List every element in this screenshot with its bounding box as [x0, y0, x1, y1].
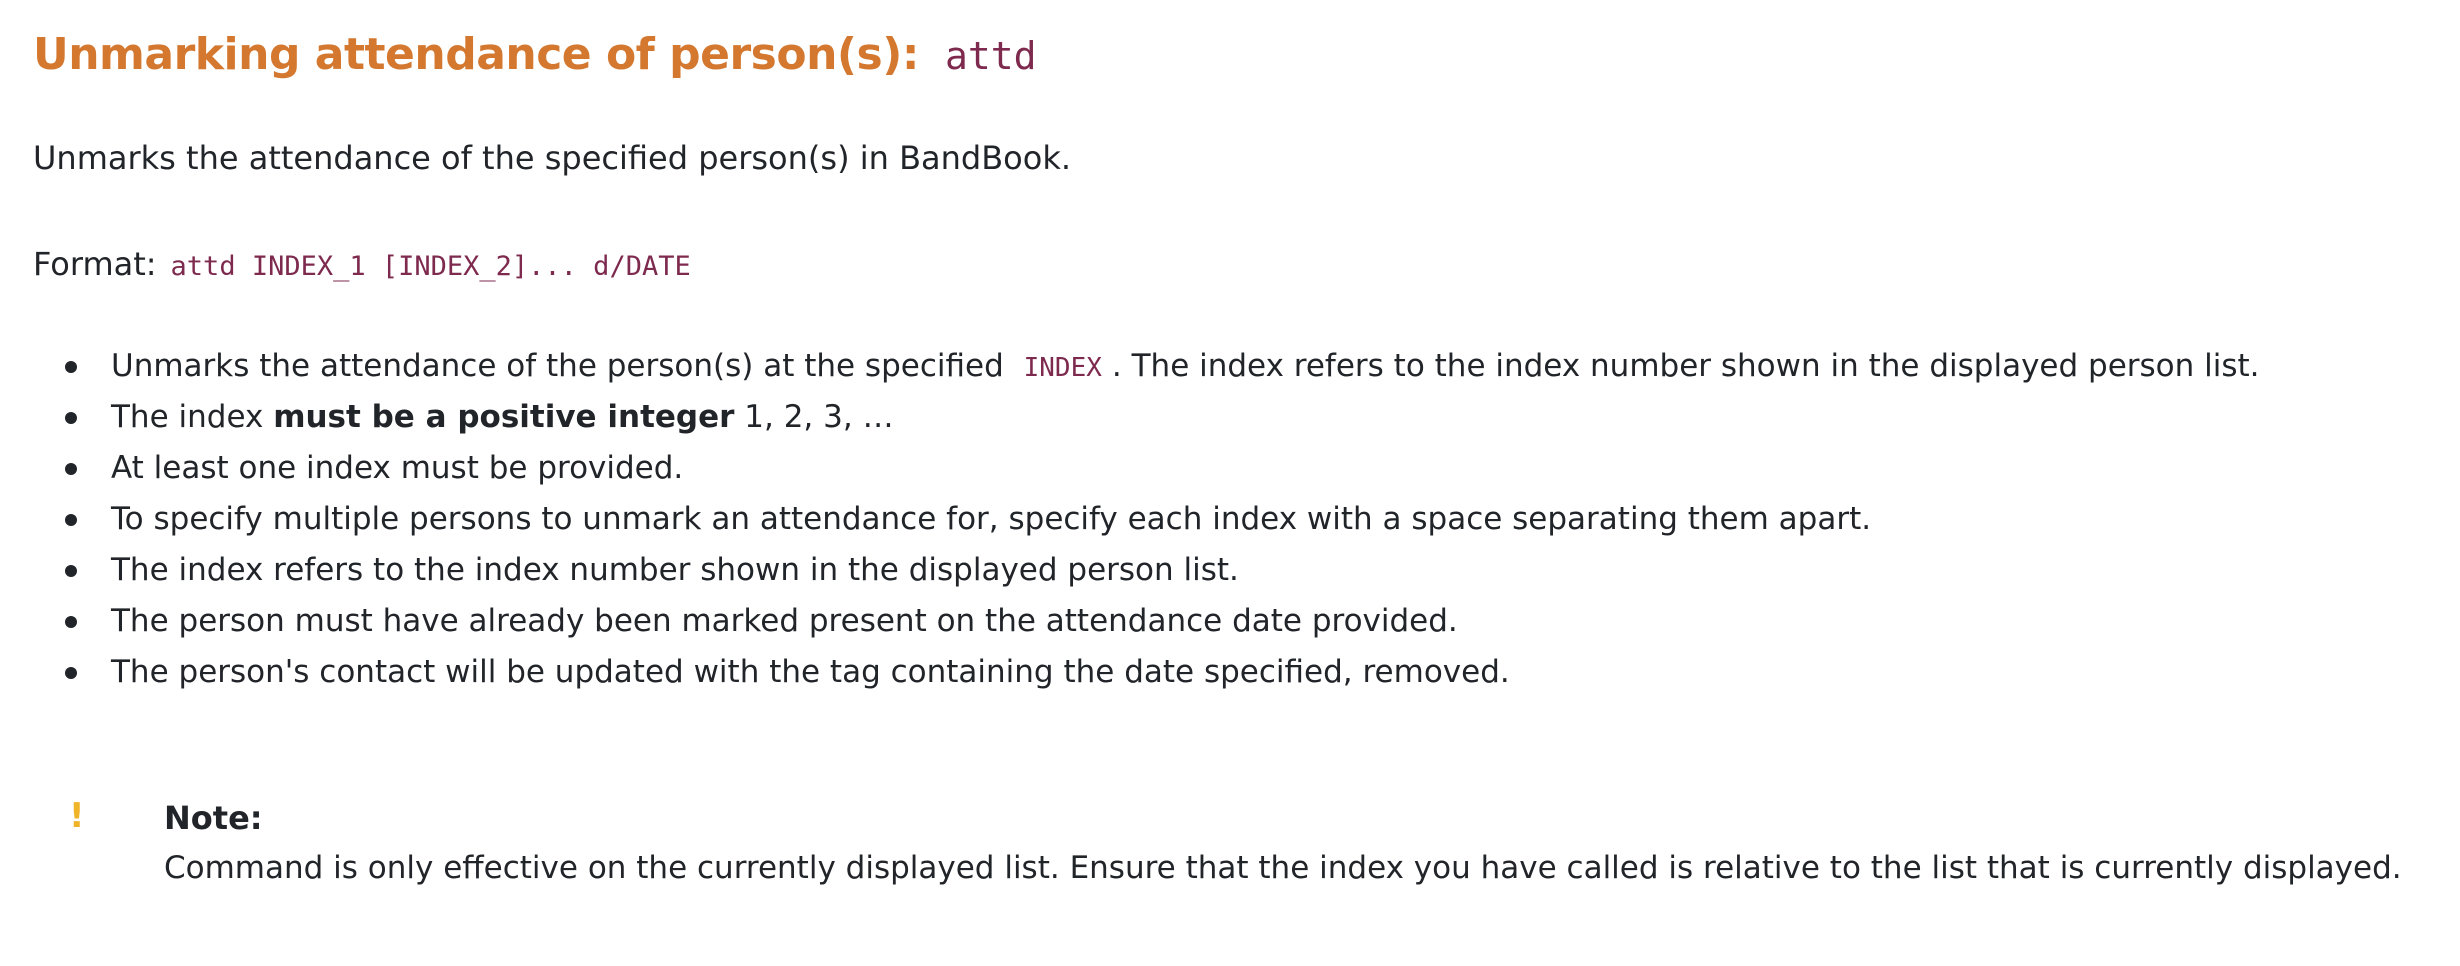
command-description: Unmarks the attendance of the specified … [33, 139, 1072, 177]
format-line: Format: attd INDEX_1 [INDEX_2]... d/DATE [33, 242, 691, 289]
list-item: The person must have already been marked… [33, 599, 2260, 650]
format-syntax-code: attd INDEX_1 [INDEX_2]... d/DATE [170, 251, 691, 282]
heading-title: Unmarking attendance of person(s): [33, 29, 919, 80]
format-label: Format: [33, 245, 157, 283]
list-item-bold-text: must be a positive integer [273, 399, 735, 435]
list-item: The index refers to the index number sho… [33, 548, 2260, 599]
list-item: The person's contact will be updated wit… [33, 650, 2260, 701]
list-item-text: The index [111, 399, 274, 435]
list-item-text: Unmarks the attendance of the person(s) … [111, 348, 1004, 384]
list-item-text: 1, 2, 3, … [734, 399, 894, 435]
section-heading: Unmarking attendance of person(s): attd [33, 24, 1036, 87]
index-inline-code: INDEX [1023, 353, 1102, 383]
usage-notes-list: Unmarks the attendance of the person(s) … [33, 344, 2260, 701]
list-item: To specify multiple persons to unmark an… [33, 497, 2260, 548]
note-title: Note: [164, 799, 263, 837]
list-item: Unmarks the attendance of the person(s) … [33, 344, 2260, 395]
list-item: At least one index must be provided. [33, 446, 2260, 497]
note-body: Command is only effective on the current… [164, 850, 2402, 886]
list-item: The index must be a positive integer 1, … [33, 395, 2260, 446]
heading-command-code: attd [944, 34, 1037, 78]
list-item-text: . The index refers to the index number s… [1111, 348, 2260, 384]
exclamation-icon: ! [69, 796, 85, 836]
